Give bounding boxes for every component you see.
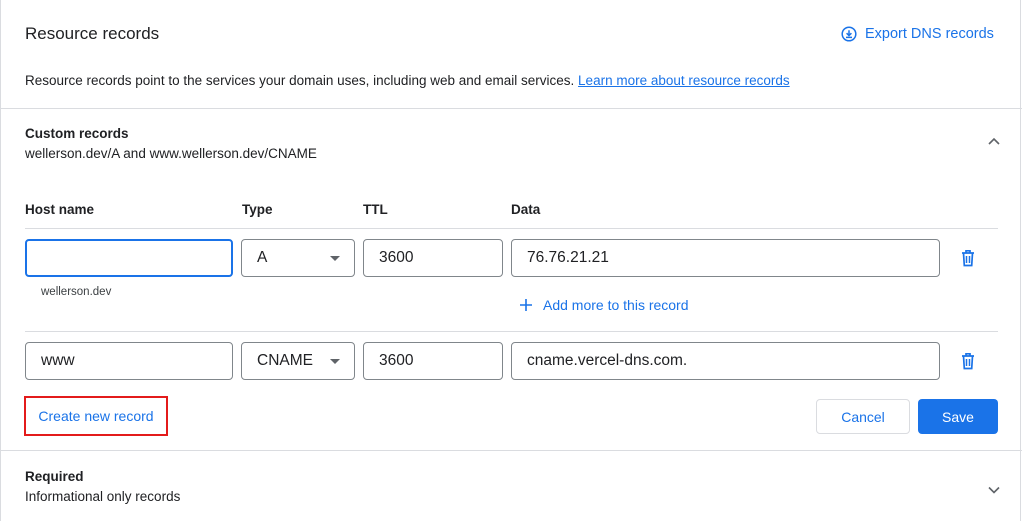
required-title: Required: [25, 469, 84, 484]
dropdown-arrow-icon: [330, 358, 340, 364]
column-type: Type: [242, 202, 273, 217]
column-ttl: TTL: [363, 202, 388, 217]
required-subtitle: Informational only records: [25, 489, 181, 504]
host-name-input[interactable]: [25, 239, 233, 277]
host-name-input[interactable]: www: [25, 342, 233, 380]
ttl-input[interactable]: 3600: [363, 239, 503, 277]
custom-records-title: Custom records: [25, 126, 129, 141]
type-value: A: [257, 249, 268, 266]
required-records-header[interactable]: Required Informational only records: [25, 469, 180, 504]
trash-icon[interactable]: [959, 351, 977, 371]
divider: [1, 450, 1022, 451]
download-circle-icon: [841, 26, 857, 42]
trash-icon[interactable]: [959, 248, 977, 268]
add-more-label: Add more to this record: [543, 297, 689, 313]
column-data: Data: [511, 202, 541, 217]
custom-records-header[interactable]: Custom records wellerson.dev/A and www.w…: [25, 126, 317, 161]
custom-records-subtitle: wellerson.dev/A and www.wellerson.dev/CN…: [25, 146, 317, 161]
ttl-input[interactable]: 3600: [363, 342, 503, 380]
dropdown-arrow-icon: [330, 255, 340, 261]
chevron-down-icon[interactable]: [987, 483, 1001, 497]
learn-more-link[interactable]: Learn more about resource records: [578, 73, 790, 88]
section-description: Resource records point to the services y…: [25, 73, 790, 88]
data-input[interactable]: 76.76.21.21: [511, 239, 940, 277]
host-name-hint: wellerson.dev: [41, 286, 112, 298]
export-label: Export DNS records: [865, 26, 994, 42]
description-text: Resource records point to the services y…: [25, 73, 575, 88]
type-select[interactable]: CNAME: [241, 342, 355, 380]
divider: [1, 108, 1022, 109]
plus-icon: [520, 299, 532, 311]
cancel-button[interactable]: Cancel: [816, 399, 910, 434]
data-input[interactable]: cname.vercel-dns.com.: [511, 342, 940, 380]
type-value: CNAME: [257, 352, 313, 369]
chevron-up-icon[interactable]: [987, 134, 1001, 148]
save-button[interactable]: Save: [918, 399, 998, 434]
add-more-to-record-button[interactable]: Add more to this record: [519, 297, 689, 313]
create-new-record-button[interactable]: Create new record: [24, 396, 168, 436]
divider: [25, 228, 998, 229]
divider: [25, 331, 998, 332]
resource-records-card: Resource records Export DNS records Reso…: [0, 0, 1022, 521]
page-title: Resource records: [25, 24, 160, 43]
export-dns-records-button[interactable]: Export DNS records: [841, 26, 994, 42]
column-host-name: Host name: [25, 202, 95, 217]
type-select[interactable]: A: [241, 239, 355, 277]
